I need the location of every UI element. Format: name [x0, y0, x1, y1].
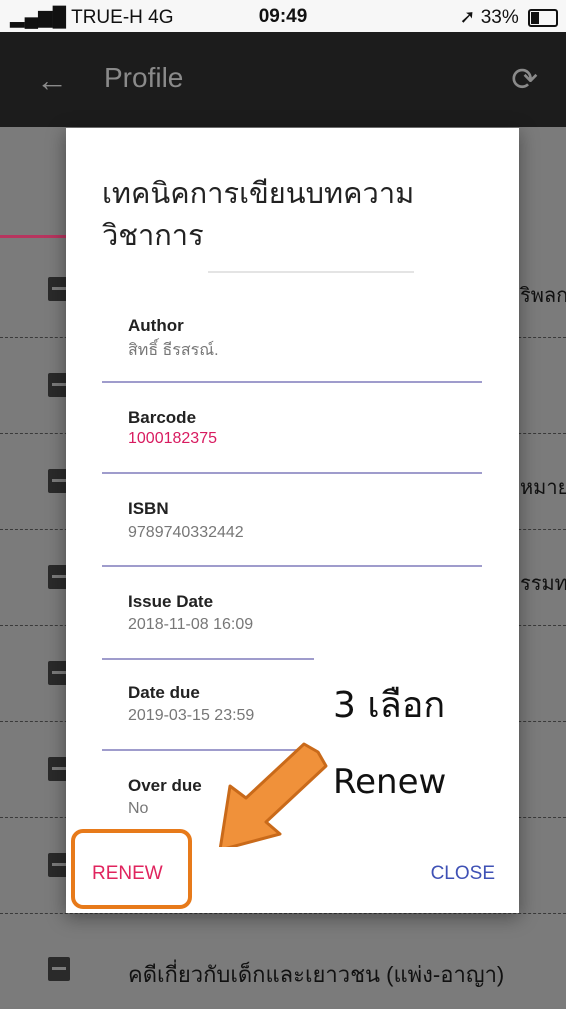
field-label: Date due — [128, 683, 200, 702]
annotation-renew-text: Renew — [333, 762, 447, 802]
list-item-text: หมาย — [520, 477, 566, 499]
field-label: Over due — [128, 776, 202, 795]
list-item-text: รรมท — [520, 573, 566, 595]
divider — [208, 271, 414, 273]
refresh-icon[interactable]: ⟳ — [511, 60, 538, 98]
renew-highlight-box — [71, 829, 192, 909]
field-label: Issue Date — [128, 592, 214, 611]
pointer-arrow-icon — [218, 742, 328, 847]
status-bar: ▂▄▆█ TRUE-H 4G 09:49 ➚ 33% — [0, 0, 566, 32]
battery-percent: 33% — [480, 7, 519, 28]
author-field: Author สิทธิ์ ธีรสรณ์. — [102, 296, 482, 383]
barcode-field: Barcode 1000182375 — [102, 382, 482, 474]
page-title: Profile — [104, 62, 184, 93]
app-bar: ← Profile ⟳ — [0, 32, 566, 127]
field-label: Barcode — [128, 408, 197, 427]
location-icon: ➚ — [459, 7, 476, 28]
tab-indicator — [0, 235, 70, 238]
isbn-field: ISBN 9789740332442 — [102, 473, 482, 567]
field-value: 9789740332442 — [128, 524, 244, 541]
field-value: 1000182375 — [128, 430, 217, 447]
book-icon — [48, 957, 70, 981]
battery-icon — [528, 8, 558, 27]
field-label: Author — [128, 316, 184, 335]
back-arrow-icon[interactable]: ← — [36, 62, 68, 99]
field-value: 2019-03-15 23:59 — [128, 707, 255, 724]
annotation-step-text: 3 เลือก — [333, 685, 446, 726]
field-label: ISBN — [128, 499, 169, 518]
field-value: สิทธิ์ ธีรสรณ์. — [128, 342, 219, 359]
field-value: No — [128, 800, 149, 817]
dialog-title: เทคนิคการเขียนบทความวิชาการ — [102, 176, 415, 252]
date-due-field: Date due 2019-03-15 23:59 — [102, 659, 314, 751]
list-item-text: ริพลก — [520, 285, 566, 307]
close-button[interactable]: CLOSE — [431, 863, 495, 885]
issue-date-field: Issue Date 2018-11-08 16:09 — [102, 566, 314, 660]
list-item-text: คดีเกี่ยวกับเด็กและเยาวชน (แพ่ง-อาญา) — [128, 962, 505, 987]
list-item[interactable]: คดีเกี่ยวกับเด็กและเยาวชน (แพ่ง-อาญา) — [0, 913, 566, 1009]
status-right: ➚ 33% — [459, 6, 558, 29]
field-value: 2018-11-08 16:09 — [128, 616, 254, 633]
